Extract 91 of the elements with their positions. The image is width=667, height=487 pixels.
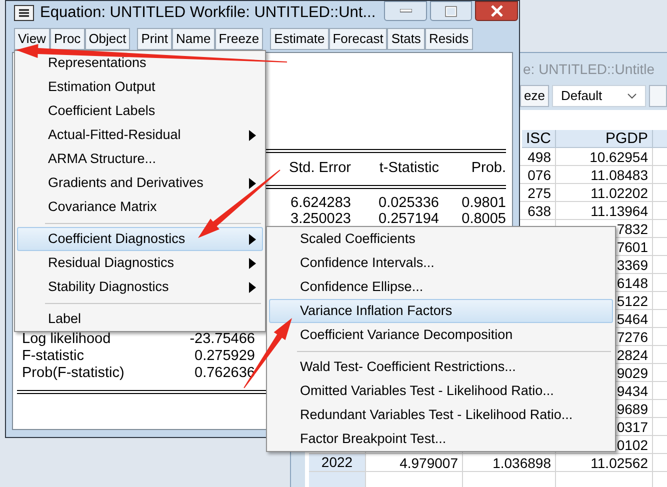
menu-item[interactable]: Representations [17,51,263,75]
table-cell: 7832 [616,220,648,236]
toolbar-button[interactable]: View [14,28,50,50]
table-cell: 1.036898 [492,454,551,470]
menu-item[interactable]: Coefficient Labels [17,99,263,123]
submenu-arrow-icon [249,234,256,244]
column-header: Std. Error [288,159,352,178]
maximize-icon [445,6,457,16]
toolbar-button[interactable]: Object [84,28,130,50]
table-cell: 3369 [616,256,648,272]
menu-item[interactable]: Actual-Fitted-Residual [17,123,263,147]
window-title: e: UNTITLED::Untitle [523,60,654,78]
toolbar-button[interactable]: Forecast [328,28,388,50]
table-cell-text: 0.025336 [378,195,440,211]
submenu-arrow-icon [249,130,256,140]
table-cell: 9689 [616,400,648,416]
menu-item[interactable]: Omitted Variables Test - Likelihood Ratio... [269,379,613,403]
submenu-arrow-icon [249,282,256,292]
table-cell: 10.62954 [590,148,648,164]
table-cell-text: 0.9801 [460,195,507,211]
stat-label: F-statistic [22,348,84,365]
menu-item[interactable]: Confidence Intervals... [269,251,613,275]
toolbar-button[interactable]: Print [137,28,172,50]
table-cell: 0102 [616,436,648,452]
table-cell: 0317 [616,418,648,434]
toolbar-button[interactable]: Name [172,28,215,50]
menu-item[interactable]: Estimation Output [17,75,263,99]
toolbar-button[interactable]: Estimate [270,28,329,50]
menu-item[interactable]: Residual Diagnostics [17,251,263,275]
column-header: Prob. [470,159,507,178]
stat-value: -23.75466 [190,331,255,348]
menu-item[interactable]: Confidence Ellipse... [269,275,613,299]
toolbar-button[interactable] [648,85,667,107]
row-header: 2022 [309,454,366,472]
window-title: Equation: UNTITLED Workfile: UNTITLED::Unt... [40,3,376,24]
table-cell: 9029 [616,364,648,380]
stat-label: Prob(F-statistic) [22,365,124,382]
table-cell-text: 0.8005 [460,211,507,227]
table-cell: 11.02202 [590,184,648,200]
minimize-icon [400,9,412,13]
table-cell: 9434 [616,382,648,398]
chevron-icon [626,93,637,99]
close-button[interactable] [475,1,518,21]
menu-icon[interactable] [14,5,34,21]
column-header: t-Statistic [378,159,440,178]
table-cell: 7276 [616,328,648,344]
toolbar-button[interactable]: eze [520,85,549,107]
table-cell: 11.13964 [590,202,648,218]
menu-item[interactable]: Wald Test- Coefficient Restrictions... [269,355,613,379]
table-cell: 275 [528,184,551,200]
toolbar-button[interactable]: Freeze [214,28,264,50]
menu-item[interactable]: Coefficient Diagnostics [17,227,263,251]
table-cell: 076 [528,166,551,182]
menu-item[interactable]: Redundant Variables Test - Likelihood Ratio... [269,403,613,427]
menu-item[interactable]: Gradients and Derivatives [17,171,263,195]
toolbar-button[interactable]: Resids [424,28,473,50]
table-cell: 11.08483 [590,166,648,182]
submenu-arrow-icon [249,258,256,268]
menu-item[interactable]: Label [17,307,263,331]
menu-item[interactable]: Variance Inflation Factors [269,299,613,323]
stat-value: 0.275929 [194,348,255,365]
toolbar-button[interactable]: Stats [387,28,425,50]
table-cell: 6148 [616,274,648,290]
submenu-arrow-icon [249,178,256,188]
table-cell-text: 6.624283 [290,195,352,211]
table-cell: 498 [528,148,551,164]
toolbar-button[interactable]: Proc [50,28,85,50]
column-header[interactable]: PGDP [556,130,653,148]
close-icon [490,5,504,17]
stat-label: Log likelihood [22,331,111,348]
menu-item[interactable]: Coefficient Variance Decomposition [269,323,613,347]
table-cell: 638 [528,202,551,218]
table-cell: 2824 [616,346,648,362]
table-cell: 7601 [616,238,648,254]
table-cell: 4.979007 [400,454,458,470]
dropdown-value: Default [560,87,602,106]
menu-item[interactable]: Scaled Coefficients [269,227,613,251]
dropdown[interactable]: Default [552,85,646,107]
table-cell: 5122 [616,292,648,308]
table-cell: 5464 [616,310,648,326]
menu-item[interactable]: Factor Breakpoint Test... [269,427,613,451]
row-header [309,472,366,487]
menu-item[interactable]: ARMA Structure... [17,147,263,171]
menu-item[interactable]: Stability Diagnostics [17,275,263,299]
table-cell-text: 3.250023 [290,211,352,227]
stat-value: 0.762636 [194,365,255,382]
table-cell-text: 0.257194 [378,211,440,227]
minimize-button[interactable] [384,1,427,21]
menu-item[interactable]: Covariance Matrix [17,195,263,219]
column-header[interactable]: ISC [522,130,556,148]
table-cell: 11.02562 [590,454,648,470]
